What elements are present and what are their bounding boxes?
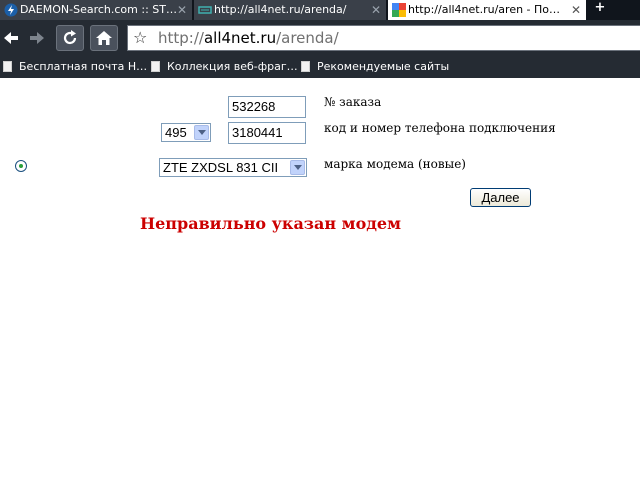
google-icon [392, 3, 406, 17]
bookmark-recommended-sites[interactable]: Рекомендуемые сайты [301, 56, 449, 78]
toolbar: ☆ http://all4net.ru/arenda/ [0, 20, 640, 56]
back-arrow-icon [4, 32, 18, 44]
url-host: all4net.ru [203, 29, 277, 47]
document-icon [3, 61, 12, 72]
modem-select[interactable]: ZTE ZXDSL 831 CII [159, 158, 307, 177]
url-scheme: http:// [158, 29, 204, 47]
tab-title: DAEMON-Search.com :: ST… [20, 3, 177, 16]
chevron-down-icon[interactable] [194, 125, 209, 140]
modem-radio[interactable] [15, 160, 27, 172]
area-code-select[interactable]: 495 [161, 123, 211, 142]
document-icon [301, 61, 310, 72]
daemon-lightning-icon [4, 3, 18, 17]
new-tab-button[interactable]: + [588, 0, 612, 16]
url-path: /arenda/ [276, 29, 339, 47]
tab-title: http://all4net.ru/aren - По… [408, 3, 561, 16]
reload-icon [63, 30, 77, 45]
address-bar[interactable]: ☆ http://all4net.ru/arenda/ [127, 25, 640, 51]
document-icon [151, 61, 160, 72]
close-icon[interactable]: ✕ [177, 0, 187, 20]
modem-label: марка модема (новые) [324, 157, 466, 171]
phone-number-input[interactable]: 3180441 [228, 122, 306, 144]
back-button[interactable] [0, 25, 22, 51]
order-number-label: № заказа [324, 95, 382, 109]
page-content: 532268 № заказа 495 3180441 код и номер … [0, 78, 640, 480]
bookmark-label: Рекомендуемые сайты [317, 60, 450, 73]
order-number-input[interactable]: 532268 [228, 96, 306, 118]
phone-label: код и номер телефона подключения [324, 121, 556, 135]
bookmark-label: Бесплатная почта Н… [19, 60, 148, 73]
close-icon[interactable]: ✕ [371, 0, 381, 20]
tab-daemon-search[interactable]: DAEMON-Search.com :: ST… ✕ [0, 0, 193, 20]
forward-button[interactable] [26, 25, 48, 51]
tab-aren-active[interactable]: http://all4net.ru/aren - По… ✕ [388, 0, 586, 20]
home-button[interactable] [90, 25, 118, 51]
close-icon[interactable]: ✕ [571, 0, 581, 20]
tab-arenda[interactable]: http://all4net.ru/arenda/ ✕ [194, 0, 387, 20]
bookmark-star-icon[interactable]: ☆ [133, 28, 147, 48]
bookmark-free-mail[interactable]: Бесплатная почта Н… [3, 56, 147, 78]
forward-arrow-icon [30, 32, 44, 44]
error-message: Неправильно указан модем [140, 214, 401, 233]
bookmark-label: Коллекция веб-фраг… [167, 60, 298, 73]
modem-value: ZTE ZXDSL 831 CII [163, 160, 279, 175]
home-icon [96, 31, 112, 45]
bookmarks-bar: Бесплатная почта Н… Коллекция веб-фраг… … [0, 56, 640, 78]
tab-title: http://all4net.ru/arenda/ [214, 3, 347, 16]
chevron-down-icon[interactable] [290, 160, 305, 175]
next-button[interactable]: Далее [470, 188, 531, 207]
bookmark-web-fragments[interactable]: Коллекция веб-фраг… [151, 56, 298, 78]
tab-strip: DAEMON-Search.com :: ST… ✕ http://all4ne… [0, 0, 640, 20]
reload-button[interactable] [56, 25, 84, 51]
page-icon [198, 6, 212, 14]
area-code-value: 495 [165, 125, 187, 140]
url-text[interactable]: http://all4net.ru/arenda/ [158, 26, 339, 50]
